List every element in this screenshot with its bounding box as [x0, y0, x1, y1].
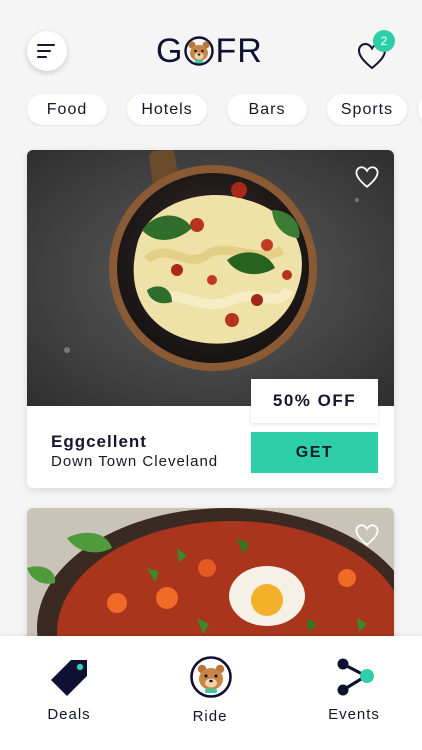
bear-logo-icon	[184, 36, 215, 66]
chip-next-partial[interactable]	[418, 94, 422, 125]
chip-hotels[interactable]: Hotels	[127, 94, 207, 125]
logo-text-left: G	[156, 31, 184, 70]
tab-events[interactable]: Events	[299, 636, 409, 750]
app-logo: G FR	[156, 30, 268, 72]
tab-events-label: Events	[328, 706, 380, 723]
tab-ride-label: Ride	[192, 708, 228, 725]
chip-food[interactable]: Food	[27, 94, 107, 125]
deal-location: Down Town Cleveland	[51, 453, 219, 470]
price-tag-icon	[51, 660, 87, 696]
chip-bars[interactable]: Bars	[227, 94, 307, 125]
get-deal-button[interactable]: GET	[251, 432, 378, 473]
bottom-tab-bar: Deals Ride Events	[0, 636, 422, 750]
category-chips: Food Hotels Bars Sports	[0, 94, 422, 126]
chip-sports[interactable]: Sports	[327, 94, 407, 125]
card-favorite-heart-icon[interactable]	[354, 522, 380, 548]
favorites-count-badge: 2	[373, 30, 395, 52]
scrambled-eggs-photo	[27, 150, 394, 406]
app-header: G FR 2	[0, 0, 422, 90]
logo-text-right: FR	[215, 31, 263, 70]
tab-deals[interactable]: Deals	[14, 636, 124, 750]
discount-badge: 50% OFF	[251, 379, 378, 423]
bear-avatar-icon	[190, 656, 232, 698]
share-nodes-icon	[337, 658, 374, 696]
tab-ride[interactable]: Ride	[155, 636, 265, 750]
menu-icon	[37, 44, 55, 58]
deal-title: Eggcellent	[51, 432, 147, 451]
deal-image	[27, 150, 394, 406]
menu-button[interactable]	[27, 31, 67, 71]
tab-deals-label: Deals	[47, 706, 91, 723]
card-favorite-heart-icon[interactable]	[354, 164, 380, 190]
deal-card[interactable]: 50% OFF Eggcellent Down Town Cleveland G…	[27, 150, 394, 488]
